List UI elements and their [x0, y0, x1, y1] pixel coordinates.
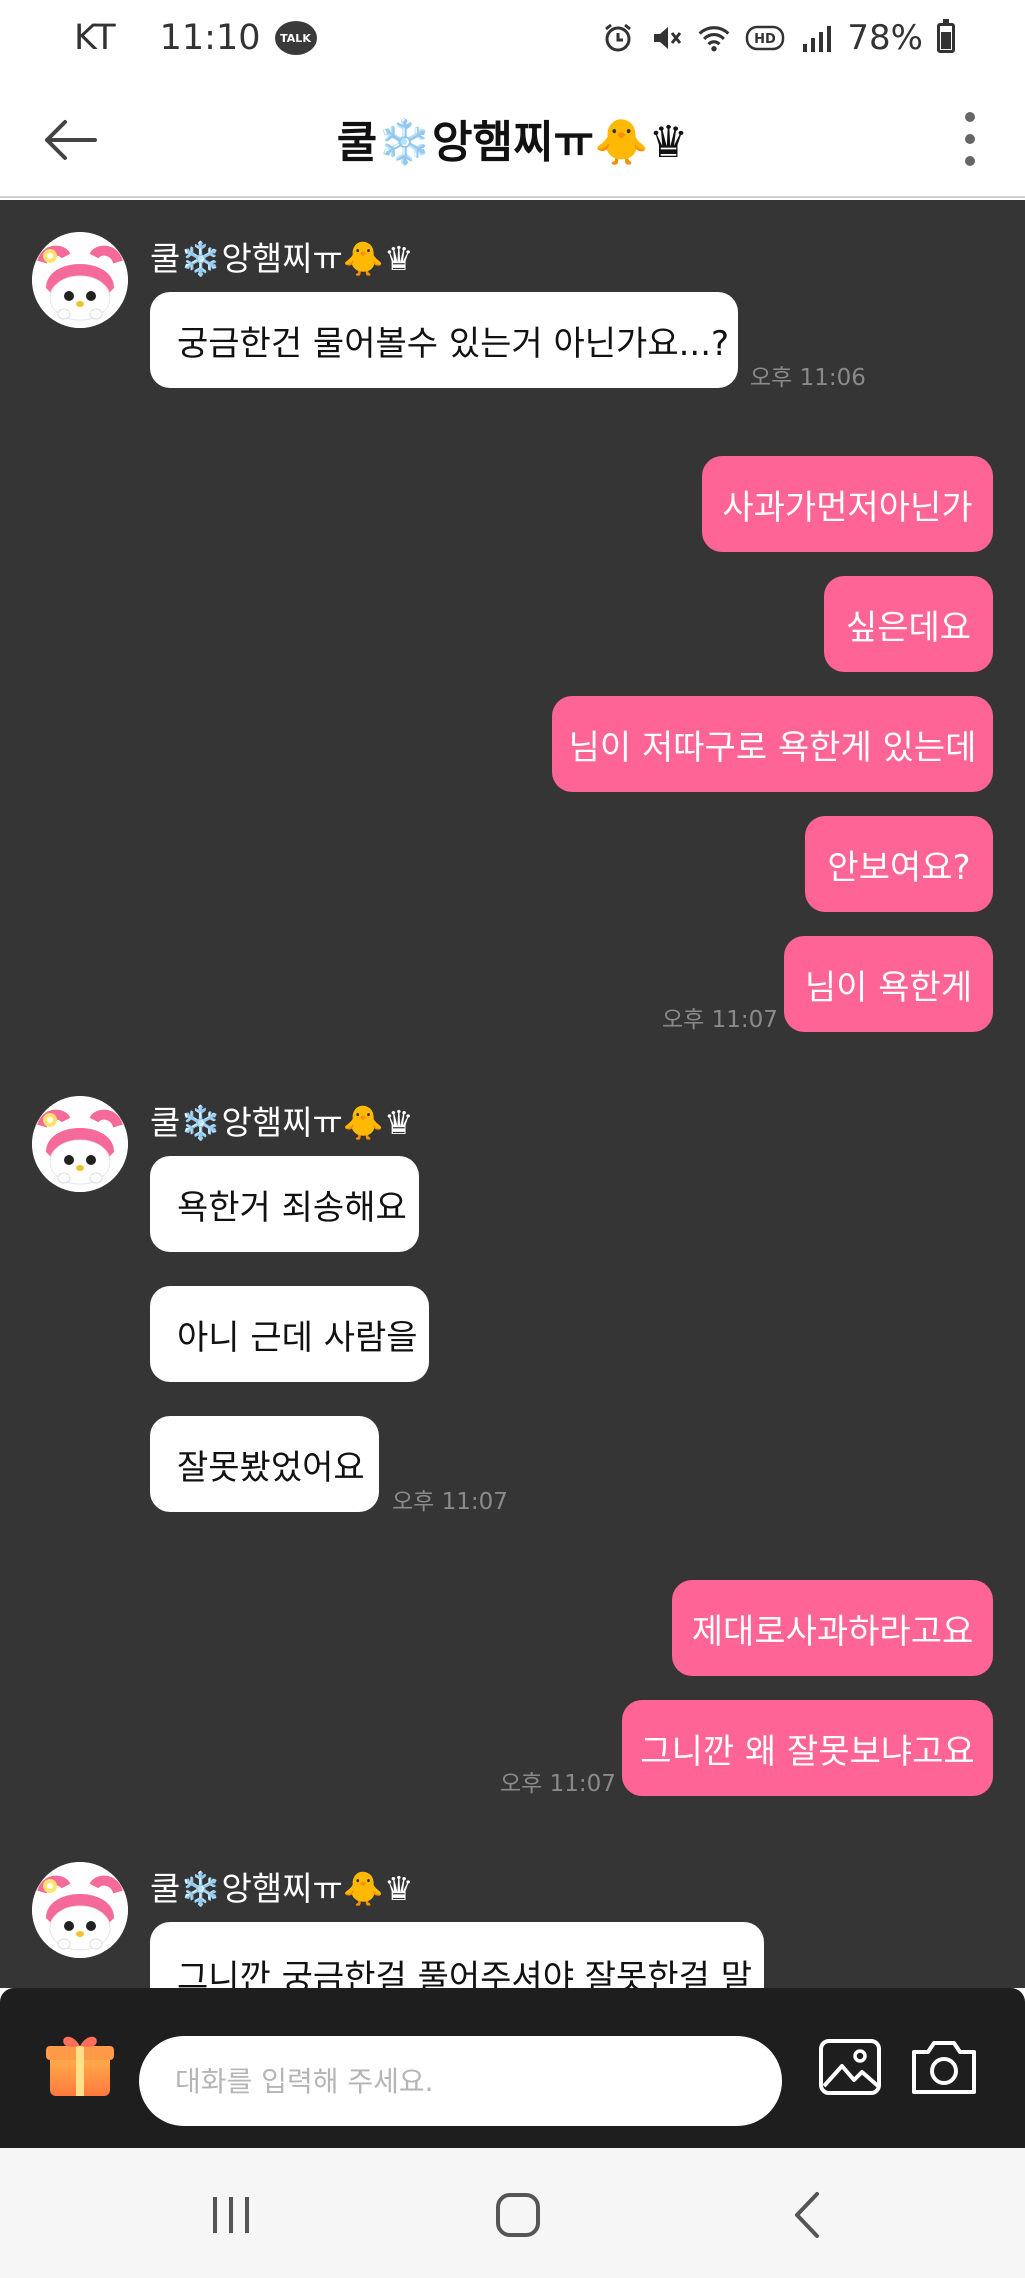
outgoing-message-bubble[interactable]: 안보여요?: [805, 816, 993, 912]
home-icon: [496, 2193, 540, 2237]
home-button[interactable]: [483, 2180, 553, 2250]
incoming-message-bubble[interactable]: 궁금한건 물어볼수 있는거 아닌가요...?: [150, 292, 738, 388]
avatar[interactable]: [32, 232, 128, 328]
avatar[interactable]: [32, 1096, 128, 1192]
clock: 11:10: [159, 18, 261, 58]
status-bar: KT 11:10 TALK HD 78%: [0, 0, 1025, 84]
sender-name: 쿨❄️앙햄찌ㅠ🐥♛: [150, 239, 414, 278]
incoming-message-bubble[interactable]: 잘못봤었어요: [150, 1416, 379, 1512]
wifi-icon: [697, 21, 731, 55]
my-melody-avatar-icon: [32, 1096, 128, 1192]
message-timestamp: 오후 11:07: [500, 1771, 616, 1797]
outgoing-message-bubble[interactable]: 그니깐 왜 잘못보냐고요: [622, 1700, 993, 1796]
outgoing-message-bubble[interactable]: 제대로사과하라고요: [672, 1580, 993, 1676]
recent-apps-button[interactable]: [196, 2180, 266, 2250]
camera-button[interactable]: [908, 2036, 980, 2098]
more-options-button[interactable]: [945, 106, 995, 172]
message-timestamp: 오후 11:07: [392, 1489, 508, 1515]
my-melody-avatar-icon: [32, 1862, 128, 1958]
camera-icon: [912, 2041, 976, 2094]
incoming-message-bubble[interactable]: 욕한거 죄송해요: [150, 1156, 419, 1252]
image-attach-button[interactable]: [818, 2038, 882, 2096]
image-icon: [819, 2039, 881, 2095]
signal-icon: [799, 21, 833, 55]
chevron-left-icon: [795, 2192, 819, 2238]
outgoing-message-bubble[interactable]: 사과가먼저아닌가: [702, 456, 993, 552]
system-back-button[interactable]: [772, 2180, 842, 2250]
system-navigation-bar: [0, 2148, 1025, 2278]
outgoing-message-bubble[interactable]: 님이 욕한게: [784, 936, 993, 1032]
message-timestamp: 오후 11:06: [750, 365, 866, 391]
my-melody-avatar-icon: [32, 232, 128, 328]
chat-header: 쿨❄️앙햄찌ㅠ🐥♛: [0, 84, 1025, 198]
chat-title: 쿨❄️앙햄찌ㅠ🐥♛: [336, 117, 689, 168]
message-input[interactable]: [139, 2036, 782, 2126]
svg-text:HD: HD: [755, 32, 777, 47]
message-timestamp: 오후 11:07: [662, 1007, 778, 1033]
incoming-message-bubble[interactable]: 그니깐 궁금한걸 풀어주셔야 잘못한걸 말: [150, 1922, 764, 1988]
carrier-label: KT: [74, 18, 116, 58]
battery-icon: [937, 19, 955, 53]
message-input-bar: [0, 1988, 1025, 2148]
talk-notification-icon: TALK: [274, 21, 317, 55]
recent-apps-icon: [213, 2197, 249, 2233]
gift-button[interactable]: [44, 2028, 116, 2100]
outgoing-message-bubble[interactable]: 싶은데요: [824, 576, 993, 672]
sender-name: 쿨❄️앙햄찌ㅠ🐥♛: [150, 1103, 414, 1142]
outgoing-message-bubble[interactable]: 님이 저따구로 욕한게 있는데: [552, 696, 993, 792]
mute-icon: [649, 21, 683, 55]
battery-percent: 78%: [847, 18, 923, 58]
hd-icon: HD: [745, 21, 785, 55]
gift-icon: [46, 2036, 114, 2096]
incoming-message-bubble[interactable]: 아니 근데 사람을: [150, 1286, 429, 1382]
chat-message-area[interactable]: 쿨❄️앙햄찌ㅠ🐥♛ 궁금한건 물어볼수 있는거 아닌가요...? 오후 11:0…: [0, 200, 1025, 1988]
alarm-icon: [601, 21, 635, 55]
avatar[interactable]: [32, 1862, 128, 1958]
sender-name: 쿨❄️앙햄찌ㅠ🐥♛: [150, 1869, 414, 1908]
